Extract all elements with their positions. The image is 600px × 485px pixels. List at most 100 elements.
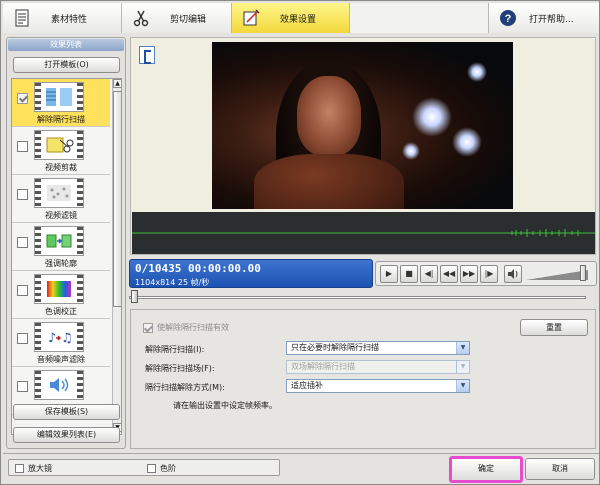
seek-handle[interactable] (131, 290, 138, 303)
video-crop-icon (34, 130, 84, 160)
scroll-up-arrow-icon[interactable]: ▲ (113, 79, 121, 88)
tab-label: 素材特性 (51, 15, 88, 25)
svg-text:♫: ♫ (61, 331, 73, 346)
color-levels-checkbox[interactable]: 色阶 (147, 463, 176, 474)
deinterlace-settings-panel: 使解除隔行扫描有效 重置 解除隔行扫描(I): 只在必要时解除隔行扫描 ▼ 解除… (130, 309, 596, 449)
volume-slider[interactable] (526, 265, 594, 283)
svg-text:♪: ♪ (48, 331, 56, 346)
timecode-value: 0/10435 00:00:00.00 (135, 262, 261, 275)
magnifier-checkbox[interactable]: 放大镜 (15, 463, 52, 474)
effect-label: 音频噪声滤除 (37, 355, 85, 364)
enable-deinterlace-label: 使解除隔行扫描有效 (157, 323, 229, 332)
next-frame-icon[interactable]: |▶ (480, 265, 498, 283)
video-info: 1104x814 25 帧/秒 (135, 278, 210, 287)
speaker-icon[interactable] (504, 265, 522, 283)
effect-label: 解除隔行扫描 (37, 115, 85, 124)
effect-checkbox[interactable] (17, 141, 28, 152)
rewind-icon[interactable]: ◀◀ (440, 265, 458, 283)
help-icon: ? (500, 10, 516, 26)
transport-controls: ▶ ■ ◀| ◀◀ ▶▶ |▶ (375, 261, 597, 286)
tab-effect-settings[interactable]: 效果设置 (232, 3, 350, 33)
checkbox-box[interactable] (15, 464, 24, 473)
video-preview-area (130, 37, 596, 255)
open-template-button[interactable]: 打开模板(O) (13, 57, 120, 73)
effect-settings-window: 素材特性 剪切编辑 效果设置 ? 打开帮助... 效果列表 打开模板(O) 解除… (0, 0, 600, 485)
effect-item-audio-noise-filter[interactable]: ♪ ♫ 音频噪声滤除 (12, 319, 110, 367)
bottom-bar: 放大镜 色阶 确定 取消 (3, 453, 599, 484)
deinterlace-method-select[interactable]: 适应插补 ▼ (286, 379, 470, 393)
effect-checkbox[interactable] (17, 93, 28, 104)
frame-rate-note: 请在输出设置中设定帧频率。 (173, 401, 277, 410)
scrollbar-thumb[interactable] (113, 91, 121, 307)
seek-bar[interactable] (129, 290, 596, 304)
open-help-button[interactable]: ? 打开帮助... (489, 3, 599, 33)
tab-label: 剪切编辑 (170, 15, 207, 25)
video-subject-face (297, 76, 361, 156)
timecode-display: 0/10435 00:00:00.00 1104x814 25 帧/秒 (129, 259, 373, 288)
deinterlace-method-label: 隔行扫描解除方式(M): (145, 383, 225, 392)
prev-frame-icon[interactable]: ◀| (420, 265, 438, 283)
chevron-down-icon[interactable]: ▼ (456, 380, 469, 392)
magnifier-label: 放大镜 (28, 464, 52, 473)
audio-volume-icon (34, 370, 84, 400)
deinterlace-mode-select[interactable]: 只在必要时解除隔行扫描 ▼ (286, 341, 470, 355)
tab-cut-edit[interactable]: 剪切编辑 (122, 3, 232, 33)
chevron-down-icon: ▼ (456, 361, 469, 373)
chevron-down-icon[interactable]: ▼ (456, 342, 469, 354)
color-levels-label: 色阶 (160, 464, 176, 473)
fast-forward-icon[interactable]: ▶▶ (460, 265, 478, 283)
bracket-marker-icon[interactable] (139, 46, 155, 64)
effect-checkbox[interactable] (17, 381, 28, 392)
view-options-group: 放大镜 色阶 (8, 459, 280, 476)
audio-waveform (132, 212, 595, 254)
tab-material-properties[interactable]: 素材特性 (3, 3, 122, 33)
effect-label: 色调校正 (45, 307, 77, 316)
effect-list-scrollbar[interactable]: ▲ ▼ (112, 79, 121, 434)
ok-button[interactable]: 确定 (449, 456, 523, 483)
effect-list: 解除隔行扫描 视频剪裁 视频滤镜 强调轮廓 色调校正 ♪ ♫ 音频噪声滤除 ▲ (11, 78, 122, 435)
background-light (402, 142, 420, 160)
effect-settings-icon (243, 9, 260, 26)
select-value: 双场解除隔行扫描 (291, 362, 355, 371)
effect-item-outline-enhance[interactable]: 强调轮廓 (12, 223, 110, 271)
effect-item-video-filter[interactable]: 视频滤镜 (12, 175, 110, 223)
svg-text:?: ? (505, 13, 512, 25)
deinterlace-icon (34, 82, 84, 112)
cancel-button[interactable]: 取消 (525, 458, 595, 480)
edit-effect-list-button[interactable]: 编辑效果列表(E) (13, 427, 120, 443)
deinterlace-field-select: 双场解除隔行扫描 ▼ (286, 360, 470, 374)
audio-noise-filter-icon: ♪ ♫ (34, 322, 84, 352)
effect-checkbox[interactable] (17, 285, 28, 296)
effect-item-deinterlace[interactable]: 解除隔行扫描 (12, 79, 110, 127)
volume-ramp (526, 270, 588, 280)
effect-checkbox[interactable] (17, 333, 28, 344)
video-frame (212, 42, 513, 209)
stop-icon[interactable]: ■ (400, 265, 418, 283)
effect-label: 视频剪裁 (45, 163, 77, 172)
color-correction-icon (34, 274, 84, 304)
checkbox-box[interactable] (147, 464, 156, 473)
reset-button[interactable]: 重置 (520, 319, 588, 336)
background-light (467, 62, 487, 82)
effect-checkbox[interactable] (17, 189, 28, 200)
outline-enhance-icon (34, 226, 84, 256)
video-filter-icon (34, 178, 84, 208)
volume-slider-handle[interactable] (580, 265, 586, 281)
document-icon (15, 9, 29, 27)
effect-item-color-correction[interactable]: 色调校正 (12, 271, 110, 319)
select-value: 只在必要时解除隔行扫描 (291, 343, 379, 352)
tab-label: 效果设置 (280, 15, 317, 25)
seek-track[interactable] (129, 296, 586, 299)
effect-checkbox[interactable] (17, 237, 28, 248)
effect-item-video-crop[interactable]: 视频剪裁 (12, 127, 110, 175)
scissors-icon (133, 10, 149, 27)
enable-checkbox-box (143, 322, 153, 333)
effects-panel-header: 效果列表 (8, 39, 124, 51)
effect-label: 视频滤镜 (45, 211, 77, 220)
background-light (412, 97, 452, 137)
select-value: 适应插补 (291, 381, 323, 390)
tab-bar-spacer (350, 3, 489, 33)
deinterlace-field-label: 解除隔行扫描场(F): (145, 364, 215, 373)
save-template-button[interactable]: 保存模板(S) (13, 404, 120, 420)
play-icon[interactable]: ▶ (380, 265, 398, 283)
